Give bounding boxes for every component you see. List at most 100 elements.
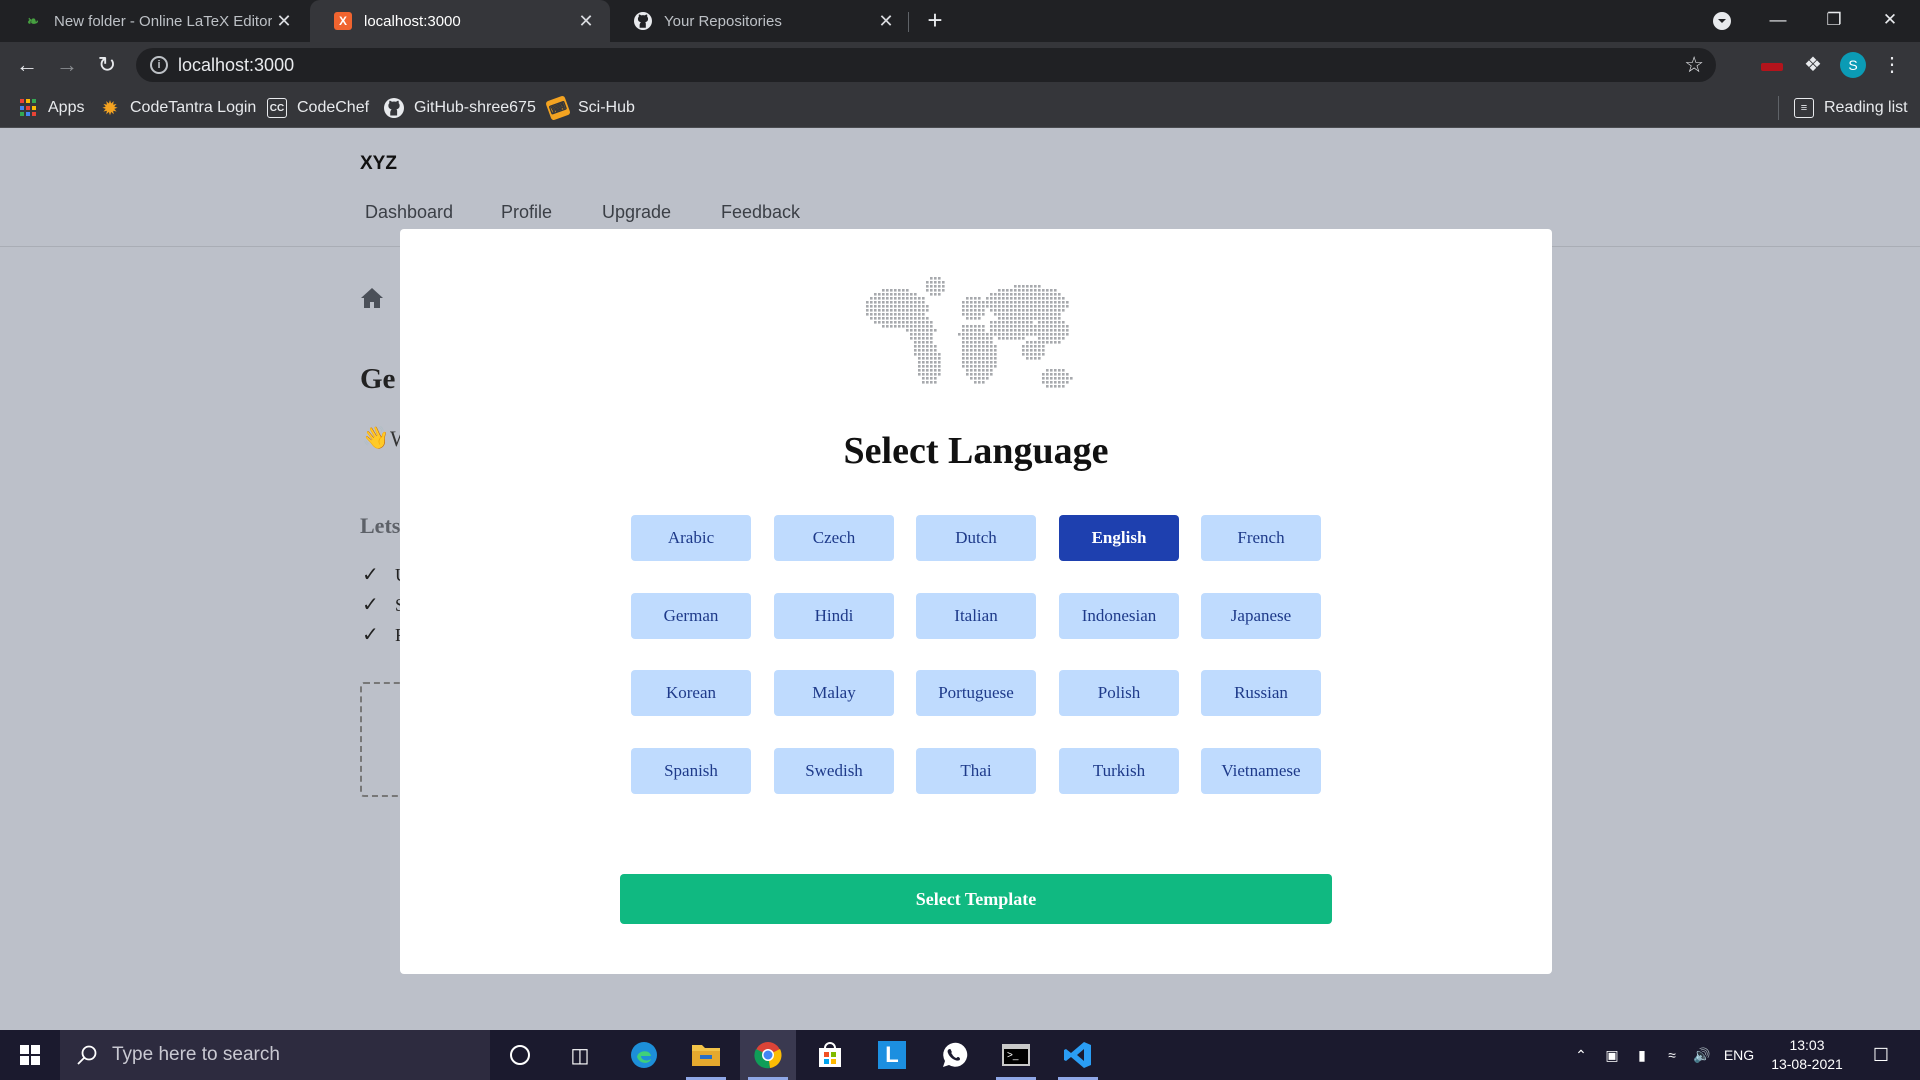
volume-icon[interactable]: 🔊 (1688, 1030, 1716, 1080)
tab-your-repositories[interactable]: Your Repositories ✕ (610, 0, 910, 42)
nav-upgrade[interactable]: Upgrade (602, 202, 671, 223)
clock-time: 13:03 (1789, 1037, 1825, 1053)
battery-icon[interactable]: ▮ (1628, 1030, 1656, 1080)
back-button[interactable]: ← (12, 50, 42, 80)
taskbar-vscode[interactable] (1050, 1030, 1106, 1080)
whatsapp-icon (943, 1042, 968, 1067)
task-view-icon: ◫ (570, 1044, 590, 1067)
language-button-italian[interactable]: Italian (916, 593, 1036, 639)
home-icon[interactable] (360, 287, 384, 314)
lets-heading: Lets (360, 513, 401, 538)
taskbar-clock[interactable]: 13:03 13-08-2021 (1762, 1036, 1852, 1074)
language-button-spanish[interactable]: Spanish (631, 748, 751, 794)
language-button-vietnamese[interactable]: Vietnamese (1201, 748, 1321, 794)
page-heading: Ge (360, 363, 396, 395)
l-app-icon: L (878, 1041, 906, 1069)
language-button-korean[interactable]: Korean (631, 670, 751, 716)
taskbar-store[interactable] (802, 1030, 858, 1080)
tray-overflow-chevron-icon[interactable]: ⌃ (1568, 1030, 1594, 1080)
language-button-polish[interactable]: Polish (1059, 670, 1179, 716)
browser-tab-bar: ❧ New folder - Online LaTeX Editor ✕ X l… (0, 0, 1920, 42)
language-button-french[interactable]: French (1201, 515, 1321, 561)
terminal-icon: >_ (1002, 1044, 1030, 1066)
tab-title: New folder - Online LaTeX Editor (54, 12, 272, 30)
bookmark-apps[interactable]: Apps (20, 96, 84, 120)
taskbar-whatsapp[interactable] (926, 1030, 982, 1080)
modal-title: Select Language (843, 430, 1109, 472)
codechef-icon: CC (267, 98, 287, 118)
chevron-down-icon (1713, 12, 1731, 30)
bookmark-codechef[interactable]: CC CodeChef (267, 96, 369, 120)
start-button[interactable] (0, 1030, 60, 1080)
close-window-button[interactable]: ✕ (1862, 0, 1918, 42)
select-template-button[interactable]: Select Template (620, 874, 1332, 924)
tab-latex-editor[interactable]: ❧ New folder - Online LaTeX Editor ✕ (0, 0, 308, 42)
page-background: XYZ Dashboard Profile Upgrade Feedback G… (0, 129, 1920, 1030)
brand-logo[interactable]: XYZ (360, 153, 397, 175)
address-bar[interactable]: i localhost:3000 ☆ (136, 48, 1716, 82)
bookmarks-bar: Apps ✹ CodeTantra Login CC CodeChef GitH… (0, 88, 1920, 128)
bookmark-star-icon[interactable]: ☆ (1684, 52, 1704, 78)
folder-icon (692, 1045, 720, 1066)
language-button-thai[interactable]: Thai (916, 748, 1036, 794)
check-icon: ✓ (362, 564, 379, 586)
language-button-czech[interactable]: Czech (774, 515, 894, 561)
language-indicator[interactable]: ENG (1722, 1030, 1756, 1080)
language-button-malay[interactable]: Malay (774, 670, 894, 716)
windows-logo-icon (20, 1045, 40, 1065)
taskbar-terminal[interactable]: >_ (988, 1030, 1044, 1080)
taskbar-search-box[interactable]: Type here to search (60, 1030, 490, 1080)
restore-button[interactable]: ❐ (1806, 0, 1862, 42)
bookmark-scihub[interactable]: ⌨ Sci-Hub (545, 95, 635, 121)
close-tab-icon[interactable]: ✕ (874, 11, 898, 32)
language-button-german[interactable]: German (631, 593, 751, 639)
minimize-button[interactable]: — (1750, 0, 1806, 42)
new-tab-button[interactable]: + (920, 6, 950, 36)
bookmark-github[interactable]: GitHub-shree675 (384, 96, 536, 120)
taskbar-edge[interactable] (616, 1030, 672, 1080)
nav-feedback[interactable]: Feedback (721, 202, 800, 223)
tab-title: Your Repositories (664, 12, 782, 30)
profile-avatar[interactable]: S (1840, 52, 1866, 78)
language-button-indonesian[interactable]: Indonesian (1059, 593, 1179, 639)
extensions-puzzle-icon[interactable]: ❖ (1800, 52, 1826, 78)
reading-list-button[interactable]: ≡ Reading list (1794, 96, 1908, 120)
bookmark-label: Sci-Hub (578, 99, 635, 116)
close-tab-icon[interactable]: ✕ (272, 11, 296, 32)
scihub-icon: ⌨ (545, 95, 571, 121)
search-placeholder: Type here to search (112, 1044, 280, 1065)
language-button-english[interactable]: English (1059, 515, 1179, 561)
nav-profile[interactable]: Profile (501, 202, 552, 223)
language-button-dutch[interactable]: Dutch (916, 515, 1036, 561)
github-icon (384, 98, 404, 118)
language-modal: Select Language Arabic Czech Dutch Engli… (400, 229, 1552, 974)
nav-dashboard[interactable]: Dashboard (365, 202, 453, 223)
tab-search-button[interactable] (1694, 0, 1750, 42)
language-button-turkish[interactable]: Turkish (1059, 748, 1179, 794)
taskbar-file-explorer[interactable] (678, 1030, 734, 1080)
taskbar-chrome[interactable] (740, 1030, 796, 1080)
waving-hand-icon: 👋 (362, 425, 390, 450)
language-button-japanese[interactable]: Japanese (1201, 593, 1321, 639)
wifi-icon[interactable]: ≈ (1658, 1030, 1686, 1080)
bookmark-codetantra[interactable]: ✹ CodeTantra Login (100, 96, 257, 120)
task-view-button[interactable]: ◫ (552, 1030, 608, 1080)
language-button-portuguese[interactable]: Portuguese (916, 670, 1036, 716)
reload-button[interactable]: ↻ (92, 50, 122, 80)
forward-button[interactable]: → (52, 50, 82, 80)
language-button-swedish[interactable]: Swedish (774, 748, 894, 794)
extension-icon[interactable] (1760, 52, 1784, 78)
store-icon (819, 1042, 841, 1067)
language-button-arabic[interactable]: Arabic (631, 515, 751, 561)
bookmark-label: Apps (48, 99, 85, 116)
menu-kebab-icon[interactable]: ⋮ (1880, 52, 1904, 78)
taskbar-l-app[interactable]: L (864, 1030, 920, 1080)
language-button-russian[interactable]: Russian (1201, 670, 1321, 716)
close-tab-icon[interactable]: ✕ (574, 11, 598, 32)
site-info-icon[interactable]: i (150, 56, 168, 74)
tab-localhost[interactable]: X localhost:3000 ✕ (310, 0, 610, 42)
cortana-button[interactable] (492, 1030, 548, 1080)
language-button-hindi[interactable]: Hindi (774, 593, 894, 639)
notification-icon[interactable]: ☐ (1864, 1030, 1898, 1080)
tray-meet-icon[interactable]: ▣ (1598, 1030, 1626, 1080)
